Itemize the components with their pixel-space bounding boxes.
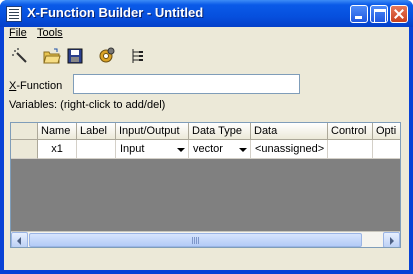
horizontal-scrollbar[interactable]: [11, 231, 400, 247]
app-window: X-Function Builder - Untitled File Tools: [0, 0, 413, 274]
xfunction-label-rest: -Function: [16, 80, 63, 92]
xfunction-input[interactable]: [73, 74, 300, 94]
cell-data[interactable]: <unassigned>: [251, 140, 328, 159]
minimize-button[interactable]: [350, 5, 368, 23]
dropdown-arrow-icon[interactable]: [174, 143, 187, 156]
cell-io-value: Input: [120, 143, 145, 155]
client-area: File Tools X-Function Variables: (right-…: [4, 27, 409, 270]
save-icon[interactable]: [66, 47, 84, 65]
grid-header-row: Name Label Input/Output Data Type Data C…: [11, 123, 400, 140]
col-header-data-type[interactable]: Data Type: [189, 123, 251, 140]
scroll-left-button[interactable]: [11, 232, 28, 247]
menu-bar: File Tools: [4, 27, 409, 41]
col-header-name[interactable]: Name: [38, 123, 77, 140]
wand-icon[interactable]: [11, 47, 29, 65]
gears-icon[interactable]: [97, 47, 115, 65]
scroll-thumb[interactable]: [29, 233, 362, 247]
cell-control[interactable]: [328, 140, 373, 159]
cell-data-type-select[interactable]: vector: [189, 140, 251, 159]
app-icon: [6, 6, 22, 22]
scroll-right-button[interactable]: [383, 232, 400, 247]
maximize-icon: [371, 6, 387, 23]
variables-hint: Variables: (right-click to add/del): [9, 99, 166, 111]
col-header-control[interactable]: Control: [328, 123, 373, 140]
col-header-io[interactable]: Input/Output: [116, 123, 189, 140]
maximize-button[interactable]: [370, 5, 388, 23]
toolbar: [4, 44, 409, 68]
tree-view-icon[interactable]: [128, 47, 146, 65]
variables-grid[interactable]: Name Label Input/Output Data Type Data C…: [10, 122, 401, 248]
row-header[interactable]: [11, 140, 38, 159]
dropdown-arrow-icon[interactable]: [236, 143, 249, 156]
cell-option[interactable]: [373, 140, 400, 159]
cell-label[interactable]: [77, 140, 116, 159]
close-icon: [391, 6, 407, 22]
col-header-data[interactable]: Data: [251, 123, 328, 140]
minimize-icon: [351, 6, 367, 22]
menu-file-label: File: [9, 27, 27, 39]
cell-io-select[interactable]: Input: [116, 140, 189, 159]
col-header-option[interactable]: Opti: [373, 123, 400, 140]
title-bar[interactable]: X-Function Builder - Untitled: [0, 0, 413, 27]
menu-file[interactable]: File: [9, 27, 27, 39]
window-title: X-Function Builder - Untitled: [27, 5, 204, 20]
open-folder-icon[interactable]: [43, 47, 61, 65]
table-row[interactable]: x1 Input vector <unassigned>: [11, 140, 400, 159]
menu-tools-label: Tools: [37, 27, 63, 39]
cell-name[interactable]: x1: [38, 140, 77, 159]
grid-corner: [11, 123, 38, 140]
cell-data-type-value: vector: [193, 143, 223, 155]
menu-tools[interactable]: Tools: [37, 27, 63, 39]
close-button[interactable]: [390, 5, 408, 23]
col-header-label[interactable]: Label: [77, 123, 116, 140]
xfunction-label: X-Function: [9, 80, 62, 92]
